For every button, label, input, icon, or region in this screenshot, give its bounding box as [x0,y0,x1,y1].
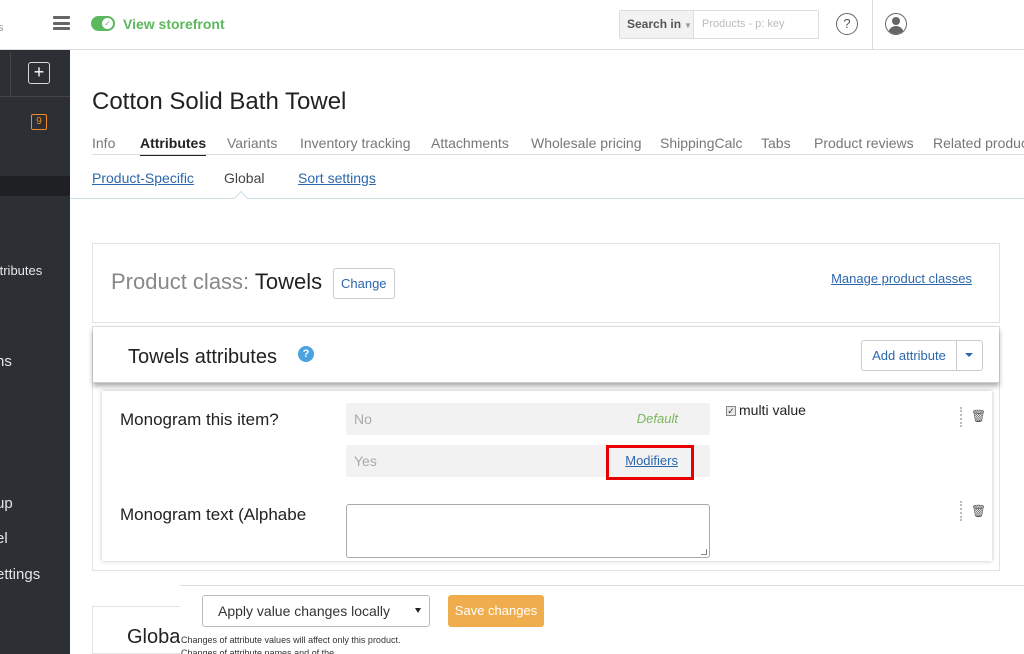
tab-wholesale-pricing[interactable]: Wholesale pricing [531,135,642,151]
product-class-label: Product class: Towels [111,269,322,295]
subtab-sort-settings[interactable]: Sort settings [298,170,376,186]
add-attribute-dropdown-icon[interactable] [965,353,973,357]
trash-icon[interactable]: 🗑 [971,409,986,423]
sidebar-item-el[interactable]: el [0,530,8,547]
tab-attachments[interactable]: Attachments [431,135,509,151]
caret-down-icon: ▼ [684,21,692,30]
attribute-name: Monogram this item? [120,410,279,429]
active-subtab-pointer [233,190,249,206]
change-class-button[interactable]: Change [333,268,395,299]
help-icon[interactable]: ? [836,13,858,35]
attributes-header: Towels attributes ? Add attribute [93,327,999,383]
sidebar-divider [10,52,11,96]
product-class-panel: Product class: Towels Change Manage prod… [92,243,1000,323]
tab-shippingcalc[interactable]: ShippingCalc [660,135,743,151]
tab-attributes[interactable]: Attributes [140,135,207,156]
attributes-list: Monogram this item? No Default Yes Modif… [102,391,992,561]
sidebar-item-settings[interactable]: ettings [0,566,40,583]
trash-icon[interactable]: 🗑 [971,504,986,518]
apply-changes-value: Apply value changes locally [218,603,390,619]
subtabs-divider [70,198,1024,199]
check-icon: ✓ [102,18,113,29]
hamburger-menu-icon[interactable] [53,16,70,30]
sidebar-item-up[interactable]: up [0,495,13,512]
save-changes-button[interactable]: Save changes [448,595,544,627]
subtab-global[interactable]: Global [224,170,264,186]
add-attribute-button[interactable]: Add attribute [862,341,957,370]
tabs-divider [92,154,1024,155]
tab-variants[interactable]: Variants [227,135,277,151]
changes-notice: Changes of attribute values will affect … [181,635,401,654]
tab-related-products[interactable]: Related produc [933,135,1024,151]
checkbox-checked-icon: ✓ [726,406,736,416]
apply-changes-select[interactable]: Apply value changes locally [202,595,430,627]
attribute-value-text: No [354,411,372,427]
tab-tabs[interactable]: Tabs [761,135,791,151]
tab-product-reviews[interactable]: Product reviews [814,135,914,151]
caret-down-icon [415,608,421,613]
attribute-name: Monogram text (Alphabe [120,505,307,524]
storefront-toggle[interactable]: ✓ [91,16,115,31]
global-attributes-title: Globa [127,626,181,648]
multi-value-label: multi value [739,402,806,418]
manage-product-classes-link[interactable]: Manage product classes [831,271,972,286]
header-divider [872,0,873,50]
search-input[interactable]: Products - p: key [702,11,785,38]
monogram-text-input[interactable] [346,504,710,558]
help-question-icon[interactable]: ? [298,346,314,362]
sidebar-divider [0,96,70,97]
subtab-product-specific[interactable]: Product-Specific [92,170,194,186]
drag-handle-icon[interactable] [960,407,962,427]
drag-handle-icon[interactable] [960,501,962,521]
product-class-prefix: Product class: [111,269,255,294]
product-class-value: Towels [254,269,323,294]
attributes-panel: Towels attributes ? Add attribute Monogr… [92,326,1000,571]
search-box: Search in ▼ Products - p: key [619,10,819,39]
view-storefront-link[interactable]: View storefront [123,16,225,32]
sidebar-item-ns[interactable]: ns [0,353,12,370]
tab-inventory-tracking[interactable]: Inventory tracking [300,135,411,151]
attributes-title: Towels attributes [128,346,277,368]
sidebar-active-band [0,176,70,196]
attribute-value-row[interactable]: No Default [346,403,710,435]
tab-info[interactable]: Info [92,135,115,151]
search-scope-label: Search in [627,17,682,31]
sidebar: s + 9 ttributes ns up el ettings [0,0,70,654]
modifiers-highlight-box [606,445,694,480]
default-tag: Default [636,411,678,426]
user-avatar-icon[interactable] [885,13,907,35]
attribute-value-text: Yes [354,453,377,469]
notification-badge[interactable]: 9 [31,114,47,130]
add-attribute-button-group: Add attribute [861,340,983,371]
sidebar-item-attributes[interactable]: ttributes [0,263,42,278]
resize-grip-icon[interactable] [701,549,707,555]
add-icon[interactable]: + [28,62,50,84]
search-scope-dropdown[interactable]: Search in ▼ [620,11,694,38]
multi-value-checkbox[interactable]: ✓ multi value [726,402,806,418]
sidebar-top-fragment: s [0,22,4,34]
page-title: Cotton Solid Bath Towel [92,88,347,115]
